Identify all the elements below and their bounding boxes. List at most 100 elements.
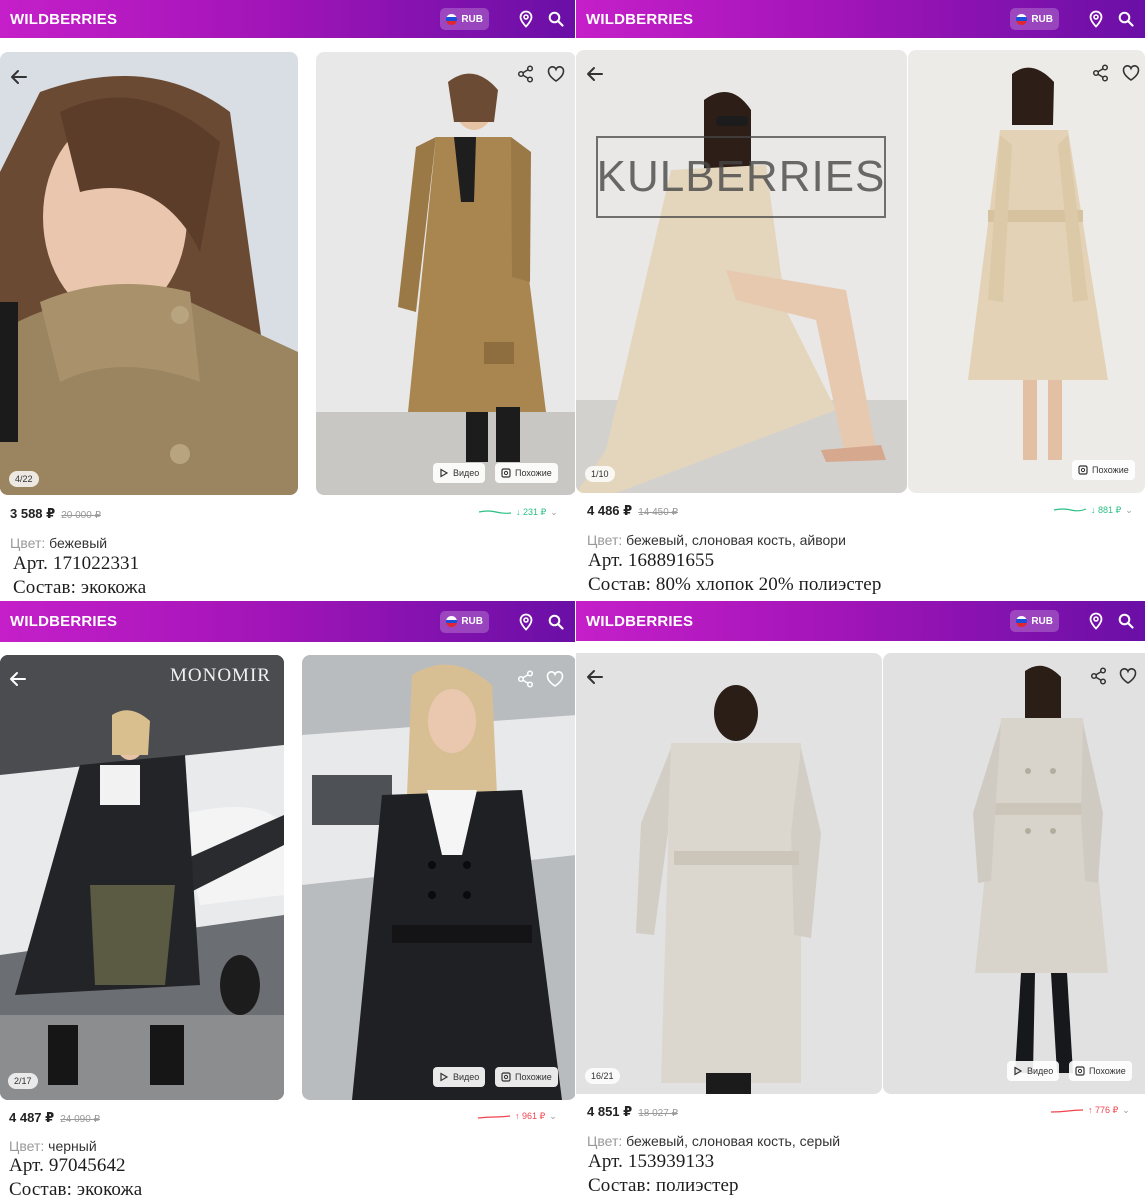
color-line: Цвет: бежевый, слоновая кость, айвори: [587, 532, 846, 548]
product-photo-plane[interactable]: MONOMIR 2/17: [0, 655, 284, 1100]
currency-selector[interactable]: RUB: [1010, 610, 1059, 632]
heart-icon[interactable]: [546, 64, 566, 84]
currency-label: RUB: [1031, 13, 1053, 25]
location-pin-icon[interactable]: [1087, 612, 1105, 630]
price-row: 4 487 ₽ 24 090 ₽: [9, 1110, 100, 1126]
share-icon[interactable]: [1089, 666, 1109, 686]
back-arrow-icon[interactable]: [584, 63, 606, 85]
article-note: Арт. 97045642: [9, 1155, 126, 1176]
russia-flag-icon: [446, 13, 458, 25]
current-price: 4 486 ₽: [587, 503, 633, 518]
photo-scene: [316, 52, 575, 495]
product-photo-standing[interactable]: Похожие: [908, 50, 1145, 493]
currency-selector[interactable]: RUB: [440, 610, 489, 633]
heart-icon[interactable]: [1121, 63, 1141, 83]
wildberries-logo[interactable]: WILDBERRIES: [10, 11, 117, 28]
composition-note: Состав: 80% хлопок 20% полиэстер: [588, 574, 882, 595]
video-chip-label: Видео: [453, 468, 480, 478]
price-trend-sparkline: [477, 1114, 511, 1119]
product-photo-fullbody[interactable]: Видео Похожие: [316, 52, 575, 495]
similar-chip-label: Похожие: [515, 468, 552, 478]
price-trend[interactable]: ↑ 961 ₽ ⌄: [477, 1111, 557, 1122]
color-label: Цвет:: [587, 532, 623, 548]
search-icon[interactable]: [1117, 10, 1135, 28]
play-icon: [440, 1072, 449, 1082]
currency-label: RUB: [461, 616, 483, 627]
search-icon[interactable]: [547, 613, 565, 631]
color-line: Цвет: черный: [9, 1138, 97, 1154]
back-arrow-icon[interactable]: [8, 66, 30, 88]
price-trend[interactable]: ↓ 881 ₽ ⌄: [1053, 505, 1133, 516]
russia-flag-icon: [1016, 615, 1028, 627]
heart-icon[interactable]: [1118, 666, 1138, 686]
chevron-down-icon: ⌄: [550, 507, 558, 517]
similar-chip[interactable]: Похожие: [1069, 1061, 1132, 1081]
article-note: Арт. 153939133: [588, 1151, 715, 1172]
header-bar: WILDBERRIES RUB: [0, 601, 575, 642]
heart-icon[interactable]: [545, 669, 565, 689]
video-chip[interactable]: Видео: [433, 463, 486, 483]
wildberries-logo[interactable]: WILDBERRIES: [586, 613, 693, 630]
location-pin-icon[interactable]: [517, 10, 535, 28]
photo-scene: [576, 653, 882, 1094]
color-value: бежевый, слоновая кость, айвори: [626, 532, 846, 548]
share-icon[interactable]: [516, 64, 536, 84]
photo-counter: 1/10: [585, 466, 615, 482]
video-chip[interactable]: Видео: [1007, 1061, 1060, 1081]
wildberries-logo[interactable]: WILDBERRIES: [586, 11, 693, 28]
video-chip-label: Видео: [453, 1072, 480, 1082]
currency-label: RUB: [1031, 615, 1053, 627]
color-value: бежевый: [49, 535, 108, 551]
photo-scene: [908, 50, 1145, 493]
back-arrow-icon[interactable]: [584, 666, 606, 688]
price-trend[interactable]: ↑ 776 ₽ ⌄: [1050, 1105, 1130, 1116]
similar-chip-label: Похожие: [515, 1072, 552, 1082]
similar-chip[interactable]: Похожие: [495, 463, 558, 483]
video-chip[interactable]: Видео: [433, 1067, 486, 1087]
share-icon[interactable]: [1091, 63, 1111, 83]
price-row: 4 851 ₽ 18 027 ₽: [587, 1104, 678, 1120]
similar-icon: [1078, 465, 1088, 475]
article-note: Арт. 168891655: [588, 550, 715, 571]
location-pin-icon[interactable]: [517, 613, 535, 631]
price-trend-sparkline: [478, 509, 512, 514]
product-panel-4: WILDBERRIES RUB 16/21 Видео Похожие 4 85…: [576, 601, 1145, 1200]
search-icon[interactable]: [1117, 612, 1135, 630]
similar-chip[interactable]: Похожие: [1072, 460, 1135, 480]
product-photo-back[interactable]: 16/21: [576, 653, 882, 1094]
photo-counter: 2/17: [8, 1073, 38, 1089]
back-arrow-icon[interactable]: [7, 668, 29, 690]
article-note: Арт. 171022331: [13, 553, 140, 574]
old-price: 20 000 ₽: [61, 510, 101, 521]
color-line: Цвет: бежевый: [10, 535, 107, 551]
price-trend-value: ↓ 231 ₽: [516, 507, 547, 517]
brand-watermark: MONOMIR: [170, 665, 271, 686]
product-panel-1: WILDBERRIES RUB 4/22 Видео Похожие 3 588…: [0, 0, 575, 600]
price-trend-sparkline: [1050, 1108, 1084, 1113]
currency-selector[interactable]: RUB: [1010, 8, 1059, 30]
wildberries-logo[interactable]: WILDBERRIES: [10, 613, 117, 630]
search-icon[interactable]: [547, 10, 565, 28]
color-label: Цвет:: [587, 1133, 623, 1149]
video-chip-label: Видео: [1027, 1066, 1054, 1076]
price-trend-value: ↓ 881 ₽: [1091, 505, 1122, 515]
location-pin-icon[interactable]: [1087, 10, 1105, 28]
product-photo-closeup[interactable]: 4/22: [0, 52, 298, 495]
similar-chip[interactable]: Похожие: [495, 1067, 558, 1087]
product-photo-front[interactable]: Видео Похожие: [883, 653, 1145, 1094]
similar-chip-label: Похожие: [1089, 1066, 1126, 1076]
product-photo-seated[interactable]: KULBERRIES 1/10: [576, 50, 907, 493]
product-panel-3: WILDBERRIES RUB MONOMIR 2/17 Видео Похож…: [0, 601, 575, 1200]
share-icon[interactable]: [516, 669, 536, 689]
currency-selector[interactable]: RUB: [440, 8, 489, 30]
price-trend-value: ↑ 776 ₽: [1088, 1105, 1119, 1115]
price-trend[interactable]: ↓ 231 ₽ ⌄: [478, 507, 558, 518]
color-label: Цвет:: [10, 535, 46, 551]
photo-counter: 4/22: [9, 471, 39, 487]
price-trend-sparkline: [1053, 507, 1087, 511]
color-label: Цвет:: [9, 1138, 45, 1154]
color-value: бежевый, слоновая кость, серый: [626, 1133, 841, 1149]
product-panel-2: WILDBERRIES RUB KULBERRIES 1/10 Похожие …: [576, 0, 1145, 600]
brand-watermark: KULBERRIES: [596, 136, 886, 218]
product-photo-portrait[interactable]: Видео Похожие: [302, 655, 575, 1100]
